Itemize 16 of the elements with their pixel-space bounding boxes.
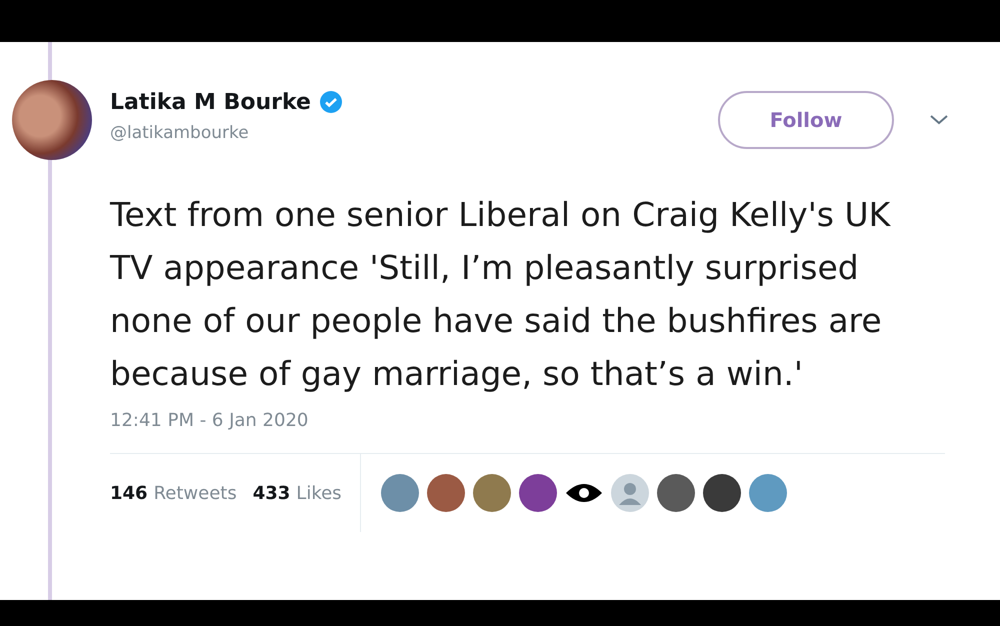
tweet-text: Text from one senior Liberal on Craig Kelly's UK TV appearance 'Still, I’m pleasantly surprised none of our people have said the bushfires are because of gay marriage, so that’s a win.' [110, 194, 892, 395]
liker-photo-placeholder[interactable] [518, 474, 557, 512]
author-handle[interactable]: @latikambourke [110, 122, 343, 142]
default-avatar-icon[interactable] [610, 474, 649, 512]
liker-photo-placeholder[interactable] [656, 474, 695, 512]
follow-button[interactable]: Follow [718, 91, 894, 149]
chevron-down-icon[interactable] [930, 115, 948, 125]
stat-label[interactable]: Retweets [154, 482, 237, 504]
stat-label[interactable]: Likes [296, 482, 342, 504]
stat-count[interactable]: 433 [252, 482, 290, 504]
liker-photo-placeholder[interactable] [426, 474, 465, 512]
author-name[interactable]: Latika M Bourke [110, 90, 311, 114]
stat-count[interactable]: 146 [110, 482, 148, 504]
liker-photo-placeholder[interactable] [702, 474, 741, 512]
tweet-timestamp[interactable]: 12:41 PM - 6 Jan 2020 [110, 410, 1000, 431]
eye-icon[interactable] [564, 482, 603, 504]
